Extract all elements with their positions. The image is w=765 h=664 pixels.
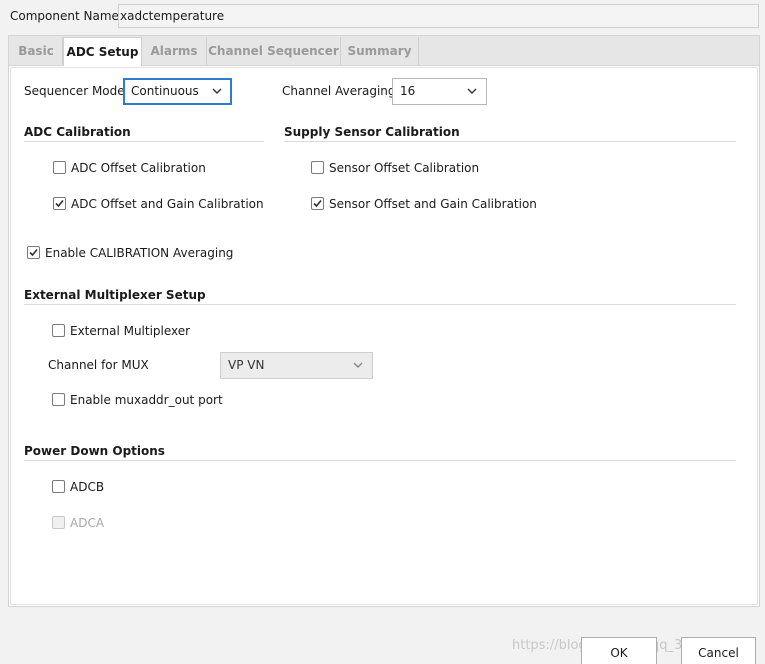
adca-label: ADCA (70, 516, 105, 530)
muxaddr-out-checkbox[interactable] (52, 393, 65, 406)
adca-checkbox[interactable] (52, 516, 65, 529)
sensor-offset-calibration-checkbox[interactable] (311, 161, 324, 174)
calibration-averaging-checkbox[interactable] (27, 246, 40, 259)
sensor-offset-gain-calibration-checkbox[interactable] (311, 197, 324, 210)
divider (24, 460, 736, 461)
supply-sensor-calibration-title: Supply Sensor Calibration (284, 125, 460, 139)
cancel-button[interactable]: Cancel (681, 637, 756, 664)
muxaddr-out-label: Enable muxaddr_out port (70, 393, 223, 407)
checkmark-icon (29, 248, 38, 257)
chevron-down-icon (467, 88, 477, 94)
chevron-down-icon (212, 88, 222, 94)
divider (24, 141, 264, 142)
adcb-label: ADCB (70, 480, 105, 494)
calibration-averaging-label: Enable CALIBRATION Averaging (45, 246, 234, 260)
tab-basic[interactable]: Basic (10, 37, 63, 66)
external-multiplexer-title: External Multiplexer Setup (24, 288, 206, 302)
channel-for-mux-value: VP VN (228, 358, 265, 372)
channel-for-mux-select[interactable]: VP VN (220, 352, 373, 379)
sensor-offset-calibration-label: Sensor Offset Calibration (329, 161, 480, 175)
divider (284, 141, 736, 142)
tab-alarms[interactable]: Alarms (142, 37, 207, 66)
component-name-label: Component Name (10, 9, 119, 23)
adc-offset-calibration-checkbox[interactable] (53, 161, 66, 174)
adc-calibration-title: ADC Calibration (24, 125, 131, 139)
adc-offset-gain-calibration-checkbox[interactable] (53, 197, 66, 210)
tab-channel-sequencer[interactable]: Channel Sequencer (207, 37, 341, 66)
checkmark-icon (55, 199, 64, 208)
sensor-offset-gain-calibration-label: Sensor Offset and Gain Calibration (329, 197, 537, 211)
checkmark-icon (313, 199, 322, 208)
chevron-down-icon (353, 362, 363, 368)
tab-summary[interactable]: Summary (341, 37, 419, 66)
ok-button[interactable]: OK (581, 637, 657, 664)
adc-offset-calibration-label: ADC Offset Calibration (71, 161, 206, 175)
external-multiplexer-label: External Multiplexer (70, 324, 191, 338)
divider (24, 304, 736, 305)
sequencer-mode-select[interactable]: Continuous (123, 78, 232, 105)
component-name-field[interactable]: xadctemperature (118, 4, 759, 28)
sequencer-mode-value: Continuous (131, 84, 199, 98)
power-down-title: Power Down Options (24, 444, 165, 458)
adcb-checkbox[interactable] (52, 480, 65, 493)
sequencer-mode-label: Sequencer Mode (24, 84, 125, 98)
channel-averaging-select[interactable]: 16 (392, 78, 487, 105)
channel-averaging-value: 16 (400, 84, 416, 98)
adc-offset-gain-calibration-label: ADC Offset and Gain Calibration (71, 197, 264, 211)
external-multiplexer-checkbox[interactable] (52, 324, 65, 337)
tab-adc-setup[interactable]: ADC Setup (63, 37, 142, 66)
channel-for-mux-label: Channel for MUX (48, 358, 149, 372)
channel-averaging-label: Channel Averaging (282, 84, 396, 98)
